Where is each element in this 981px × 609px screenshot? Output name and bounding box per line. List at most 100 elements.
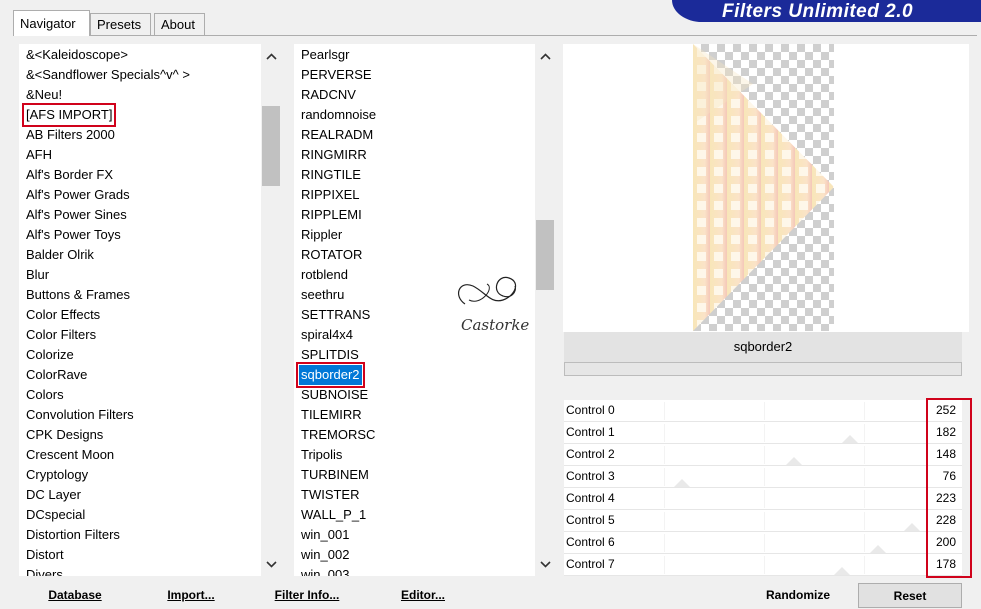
control-label: Control 0	[566, 403, 615, 417]
database-button[interactable]: Database	[40, 583, 110, 608]
control-row[interactable]: Control 2 148	[564, 444, 962, 466]
list-item[interactable]: DC Layer	[24, 485, 83, 505]
list-item[interactable]: WALL_P_1	[299, 505, 368, 525]
list-item[interactable]: Cryptology	[24, 465, 90, 485]
list-item[interactable]: Color Effects	[24, 305, 102, 325]
list-item[interactable]: RIPPLEMI	[299, 205, 364, 225]
scroll-thumb[interactable]	[536, 220, 554, 290]
list-item[interactable]: SPLITDIS	[299, 345, 361, 365]
list-item[interactable]: DCspecial	[24, 505, 87, 525]
list-item[interactable]: Buttons & Frames	[24, 285, 132, 305]
list-item[interactable]: RIPPIXEL	[299, 185, 362, 205]
list-item[interactable]: &<Sandflower Specials^v^ >	[24, 65, 192, 85]
control-row[interactable]: Control 4 223	[564, 488, 962, 510]
list-item[interactable]: Distortion Filters	[24, 525, 122, 545]
watermark-swirl-icon	[457, 276, 517, 305]
category-list[interactable]: &<Kaleidoscope> &<Sandflower Specials^v^ …	[19, 44, 281, 576]
list-item[interactable]: Color Filters	[24, 325, 98, 345]
list-item[interactable]: randomnoise	[299, 105, 378, 125]
list-item[interactable]: rotblend	[299, 265, 350, 285]
list-item[interactable]: AFH	[24, 145, 54, 165]
database-label: Database	[48, 588, 102, 602]
slider-tick	[664, 446, 665, 464]
list-item[interactable]: Divers	[24, 565, 65, 576]
slider-thumb-icon[interactable]	[904, 523, 920, 531]
list-item[interactable]: Blur	[24, 265, 51, 285]
import-button[interactable]: Import...	[163, 583, 219, 608]
control-label: Control 1	[566, 425, 615, 439]
control-row[interactable]: Control 1 182	[564, 422, 962, 444]
tab-about[interactable]: About	[154, 13, 205, 35]
scroll-down-arrow-icon[interactable]	[535, 554, 555, 574]
slider-tick	[864, 490, 865, 508]
list-item[interactable]: Alf's Power Toys	[24, 225, 123, 245]
list-item[interactable]: Distort	[24, 545, 66, 565]
control-row[interactable]: Control 0 252	[564, 400, 962, 422]
list-item[interactable]: Alf's Power Sines	[24, 205, 129, 225]
control-row[interactable]: Control 7 178	[564, 554, 962, 576]
list-item[interactable]: &Neu!	[24, 85, 64, 105]
list-item[interactable]: SETTRANS	[299, 305, 372, 325]
list-item[interactable]: seethru	[299, 285, 346, 305]
control-label: Control 6	[566, 535, 615, 549]
list-item[interactable]: AB Filters 2000	[24, 125, 117, 145]
slider-tick	[664, 534, 665, 552]
control-label: Control 5	[566, 513, 615, 527]
category-scrollbar[interactable]	[261, 44, 281, 576]
slider-tick	[764, 468, 765, 486]
scroll-up-arrow-icon[interactable]	[535, 46, 555, 66]
list-item[interactable]: &<Kaleidoscope>	[24, 45, 130, 65]
tab-bar: Navigator Presets About Filters Unlimite…	[0, 0, 981, 36]
list-item[interactable]: RINGMIRR	[299, 145, 369, 165]
list-item[interactable]: TILEMIRR	[299, 405, 364, 425]
list-item[interactable]: sqborder2	[296, 362, 365, 388]
list-item[interactable]: [AFS IMPORT]	[21, 103, 117, 127]
list-item[interactable]: TURBINEM	[299, 465, 371, 485]
scroll-up-arrow-icon[interactable]	[261, 46, 281, 66]
list-item[interactable]: RINGTILE	[299, 165, 363, 185]
list-item[interactable]: RADCNV	[299, 85, 358, 105]
list-item[interactable]: Pearlsgr	[299, 45, 351, 65]
list-item[interactable]: PERVERSE	[299, 65, 374, 85]
reset-button[interactable]: Reset	[858, 583, 962, 608]
list-item[interactable]: win_001	[299, 525, 351, 545]
list-item[interactable]: Balder Olrik	[24, 245, 96, 265]
list-item[interactable]: win_002	[299, 545, 351, 565]
list-item[interactable]: Colorize	[24, 345, 76, 365]
slider-tick	[764, 424, 765, 442]
control-row[interactable]: Control 5 228	[564, 510, 962, 532]
list-item[interactable]: REALRADM	[299, 125, 375, 145]
slider-thumb-icon[interactable]	[674, 479, 690, 487]
slider-thumb-icon[interactable]	[786, 457, 802, 465]
list-item[interactable]: win_003	[299, 565, 351, 576]
filter-info-button[interactable]: Filter Info...	[272, 583, 342, 608]
randomize-button[interactable]: Randomize	[762, 583, 834, 608]
tab-navigator[interactable]: Navigator	[13, 10, 90, 36]
list-item[interactable]: Rippler	[299, 225, 344, 245]
list-item[interactable]: CPK Designs	[24, 425, 105, 445]
slider-thumb-icon[interactable]	[870, 545, 886, 553]
scroll-down-arrow-icon[interactable]	[261, 554, 281, 574]
control-row[interactable]: Control 6 200	[564, 532, 962, 554]
preview-pattern	[693, 44, 834, 331]
editor-button[interactable]: Editor...	[398, 583, 448, 608]
list-item[interactable]: SUBNOISE	[299, 385, 370, 405]
control-row[interactable]: Control 3 76	[564, 466, 962, 488]
list-item[interactable]: ColorRave	[24, 365, 89, 385]
list-item[interactable]: Colors	[24, 385, 66, 405]
list-item[interactable]: ROTATOR	[299, 245, 364, 265]
filter-scrollbar[interactable]	[535, 44, 555, 576]
list-item[interactable]: Crescent Moon	[24, 445, 116, 465]
list-item[interactable]: Alf's Power Grads	[24, 185, 132, 205]
list-item[interactable]: TREMORSC	[299, 425, 377, 445]
list-item[interactable]: Convolution Filters	[24, 405, 136, 425]
list-item[interactable]: spiral4x4	[299, 325, 355, 345]
slider-thumb-icon[interactable]	[834, 567, 850, 575]
scroll-thumb[interactable]	[262, 106, 280, 186]
slider-thumb-icon[interactable]	[842, 435, 858, 443]
tab-presets[interactable]: Presets	[90, 13, 151, 35]
list-item[interactable]: Tripolis	[299, 445, 344, 465]
slider-tick	[664, 424, 665, 442]
list-item[interactable]: TWISTER	[299, 485, 362, 505]
list-item[interactable]: Alf's Border FX	[24, 165, 115, 185]
